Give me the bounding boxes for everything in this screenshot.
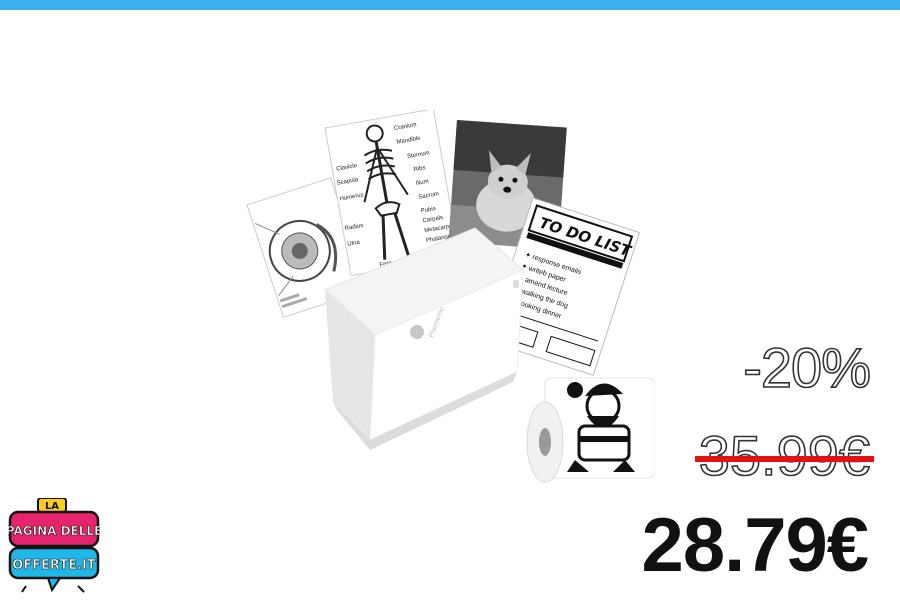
- logo-line2: PAGINA DELLE: [8, 524, 100, 538]
- strikethrough-line: [694, 456, 874, 462]
- new-price: 28.79€: [641, 503, 869, 588]
- product-image: Cranium Mandible Clavicle Sternum Scapul…: [245, 110, 655, 495]
- discount-percent: -20%: [742, 336, 871, 399]
- logo-line1: LA: [45, 501, 59, 512]
- top-accent-bar: [0, 0, 900, 10]
- old-price: 35.99€: [694, 427, 874, 484]
- logo-line3: OFFERTE.IT: [12, 558, 96, 573]
- site-logo: LA PAGINA DELLE OFFERTE.IT: [8, 498, 100, 596]
